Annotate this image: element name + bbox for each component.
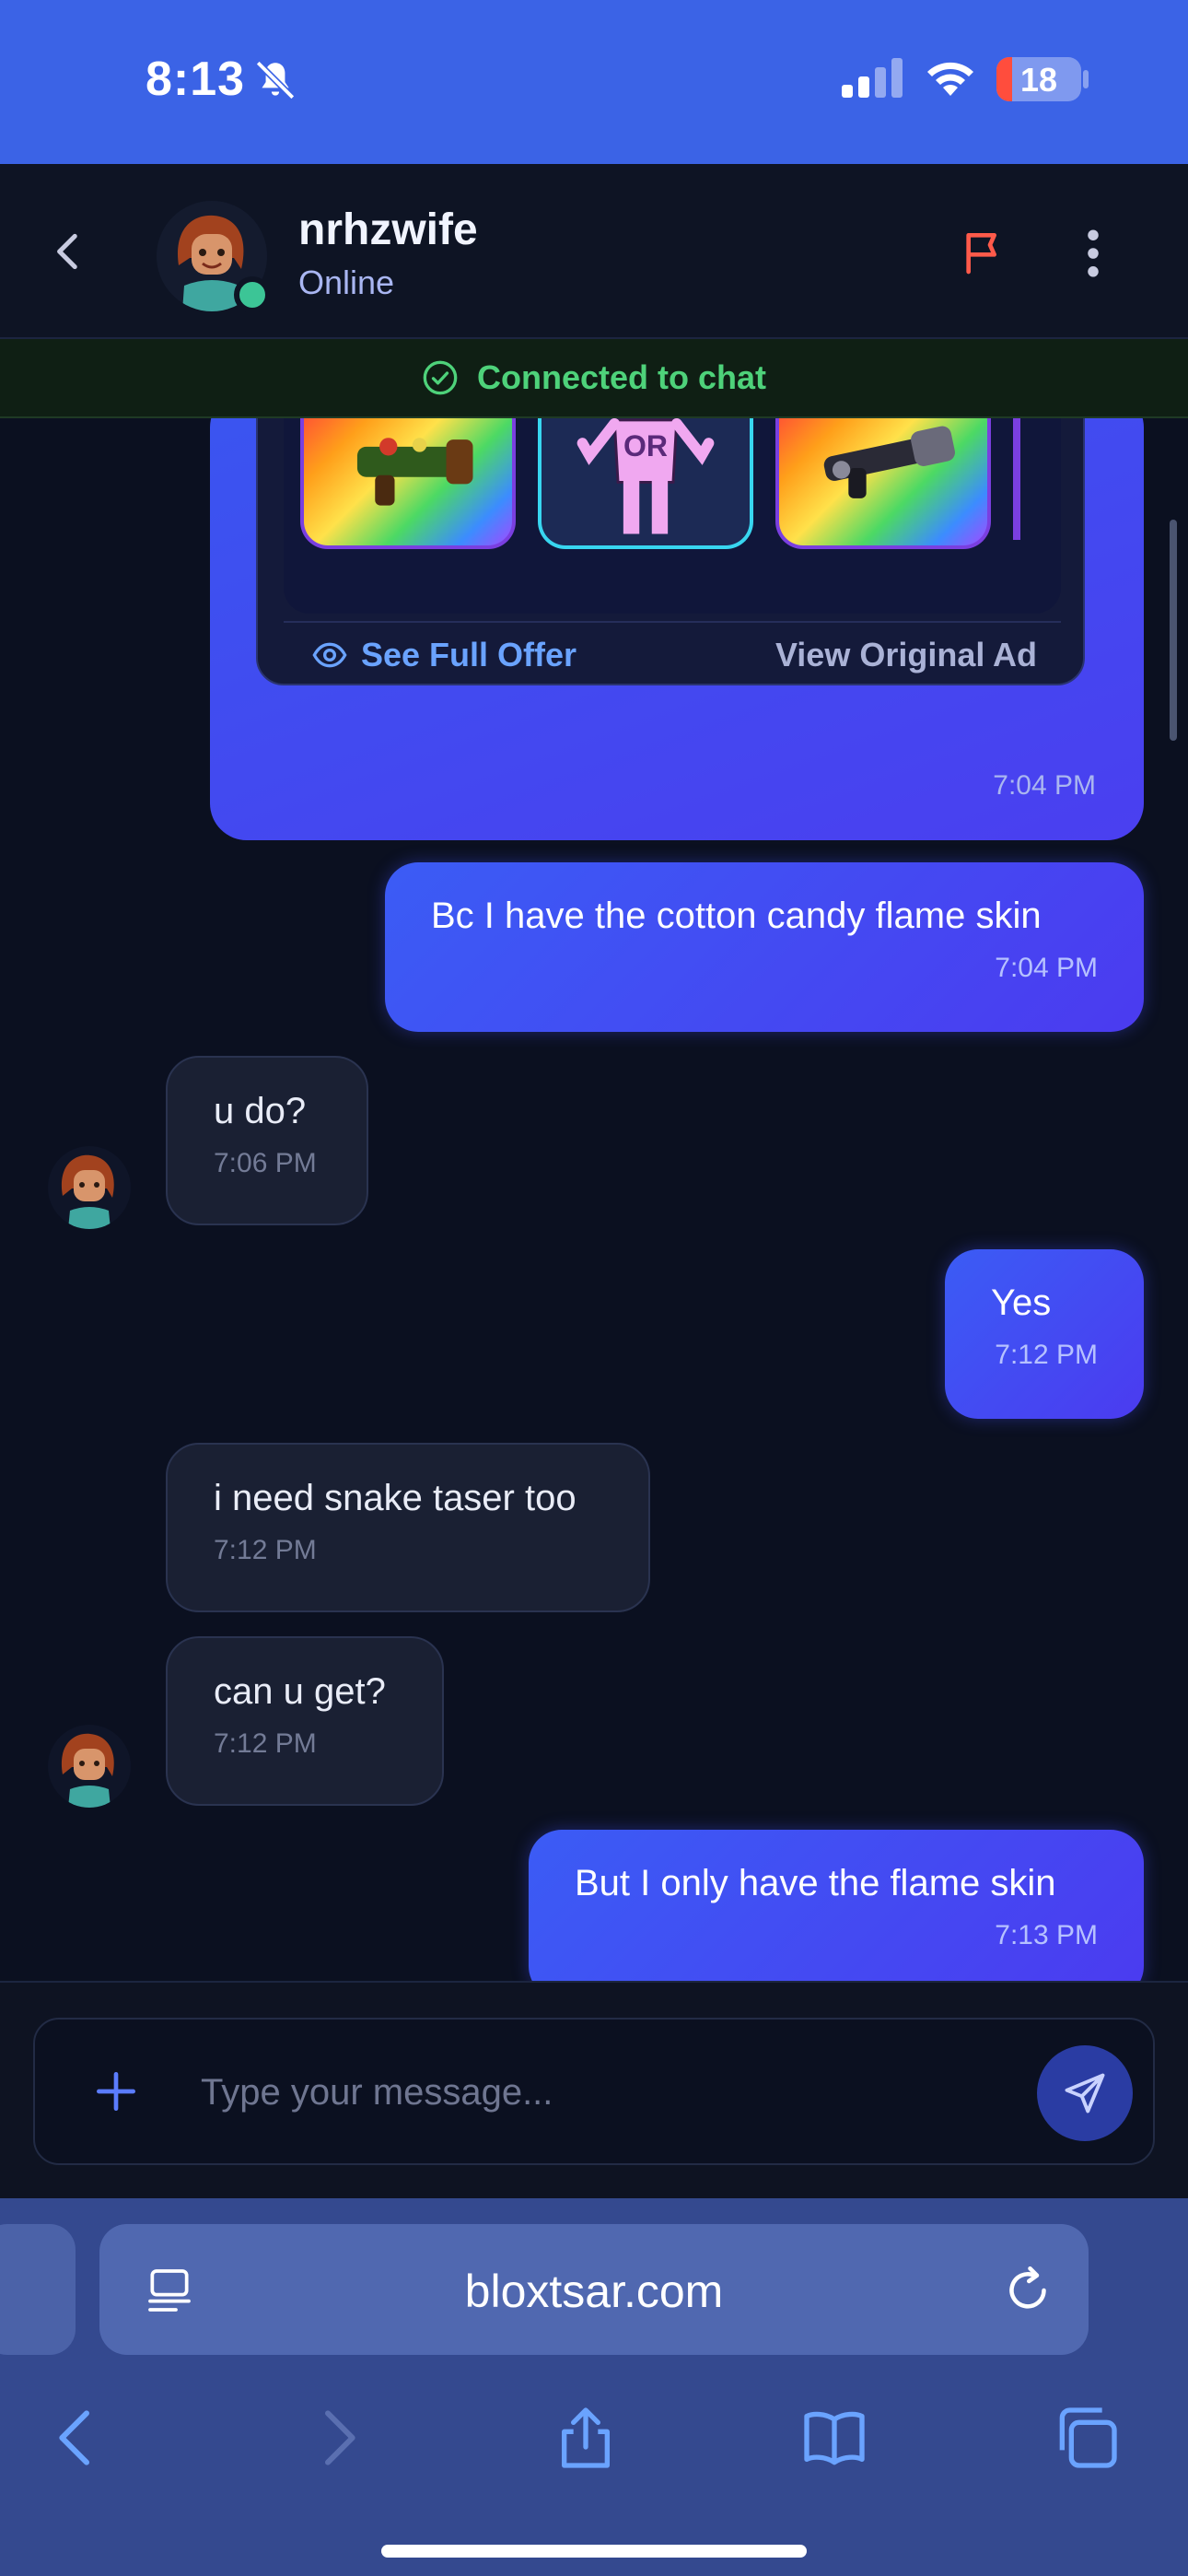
- message-time: 7:04 PM: [993, 770, 1096, 801]
- browser-back-icon[interactable]: [41, 2401, 114, 2475]
- message-time: 7:06 PM: [214, 1148, 317, 1178]
- view-original-ad-link[interactable]: View Original Ad: [775, 636, 1037, 674]
- sender-avatar[interactable]: [48, 1146, 131, 1229]
- offer-item-peek: [1013, 418, 1020, 540]
- message-text: Bc I have the cotton candy flame skin: [431, 896, 1042, 936]
- message-list[interactable]: OR See Full Offer View Original Ad 7:04 …: [0, 418, 1188, 1981]
- message-time: 7:13 PM: [995, 1920, 1098, 1950]
- chat-username[interactable]: nrhzwife: [298, 205, 478, 255]
- avatar-character-icon: [61, 1154, 114, 1229]
- connected-text: Connected to chat: [476, 358, 766, 396]
- message-time: 7:12 PM: [214, 1535, 317, 1565]
- trade-offer-bubble: OR See Full Offer View Original Ad 7:04 …: [210, 418, 1144, 840]
- online-status-dot: [234, 276, 271, 313]
- message-time: 7:12 PM: [214, 1728, 317, 1759]
- sender-avatar[interactable]: [48, 1725, 131, 1808]
- connected-banner: Connected to chat: [0, 339, 1188, 418]
- more-options-icon[interactable]: [1079, 228, 1107, 278]
- see-full-offer-label: See Full Offer: [361, 636, 577, 673]
- composer-area: [0, 1981, 1188, 2198]
- battery-tip: [1083, 70, 1089, 88]
- home-indicator[interactable]: [381, 2545, 807, 2558]
- share-icon[interactable]: [549, 2401, 623, 2475]
- send-icon: [1065, 2073, 1105, 2113]
- blaster-item-icon: [356, 438, 473, 506]
- received-message[interactable]: can u get? 7:12 PM: [166, 1636, 444, 1806]
- message-time: 7:04 PM: [995, 953, 1098, 983]
- message-input[interactable]: [201, 2053, 1011, 2132]
- offer-or-tile[interactable]: OR: [538, 418, 753, 549]
- url-text: bloxtsar.com: [464, 2266, 724, 2317]
- browser-nav-row: [0, 2383, 1188, 2502]
- offer-item-tile[interactable]: [775, 418, 991, 549]
- offer-items-row: OR: [284, 418, 1061, 614]
- address-bar[interactable]: bloxtsar.com: [99, 2224, 1089, 2355]
- message-text: But I only have the flame skin: [575, 1863, 1056, 1903]
- previous-tab-peek[interactable]: [0, 2224, 76, 2355]
- bell-slash-icon: [255, 60, 296, 100]
- scrollbar[interactable]: [1170, 520, 1177, 741]
- message-text: Yes: [991, 1282, 1052, 1323]
- received-message[interactable]: i need snake taser too 7:12 PM: [166, 1443, 650, 1612]
- battery-icon: 18: [996, 57, 1081, 101]
- offer-footer: See Full Offer View Original Ad: [284, 621, 1061, 685]
- flag-icon[interactable]: [958, 225, 1009, 280]
- trade-offer-card: OR See Full Offer View Original Ad: [256, 418, 1085, 685]
- online-status-text: Online: [298, 263, 395, 301]
- bookmarks-icon[interactable]: [798, 2401, 871, 2475]
- avatar-character-icon: [61, 1733, 114, 1808]
- sent-message[interactable]: Yes 7:12 PM: [945, 1249, 1144, 1419]
- browser-forward-icon[interactable]: [300, 2401, 374, 2475]
- eye-icon: [312, 642, 347, 668]
- see-full-offer-link[interactable]: See Full Offer: [311, 636, 577, 674]
- message-text: i need snake taser too: [214, 1478, 577, 1518]
- check-circle-icon: [423, 360, 458, 395]
- send-button[interactable]: [1037, 2045, 1133, 2141]
- sent-message[interactable]: Bc I have the cotton candy flame skin 7:…: [385, 862, 1144, 1032]
- sent-message[interactable]: But I only have the flame skin 7:13 PM: [529, 1830, 1144, 1981]
- battery-percent: 18: [1019, 61, 1058, 99]
- signal-icon: [842, 58, 903, 98]
- launcher-item-icon: [823, 426, 955, 498]
- browser-toolbar: bloxtsar.com: [0, 2198, 1188, 2576]
- status-bar: 8:13 18: [0, 0, 1188, 164]
- back-chevron-icon[interactable]: [46, 228, 92, 275]
- received-message[interactable]: u do? 7:06 PM: [166, 1056, 368, 1225]
- chat-header: nrhzwife Online: [0, 164, 1188, 339]
- plus-icon[interactable]: [90, 2066, 142, 2117]
- tabs-icon[interactable]: [1050, 2401, 1124, 2475]
- status-time: 8:13: [146, 53, 246, 106]
- wifi-icon: [927, 62, 973, 96]
- reload-icon[interactable]: [1000, 2263, 1055, 2318]
- message-text: u do?: [214, 1091, 307, 1131]
- message-composer: [33, 2018, 1155, 2165]
- message-text: can u get?: [214, 1671, 386, 1712]
- offer-item-tile[interactable]: [300, 418, 516, 549]
- message-time: 7:12 PM: [995, 1340, 1098, 1370]
- or-label: OR: [623, 429, 668, 463]
